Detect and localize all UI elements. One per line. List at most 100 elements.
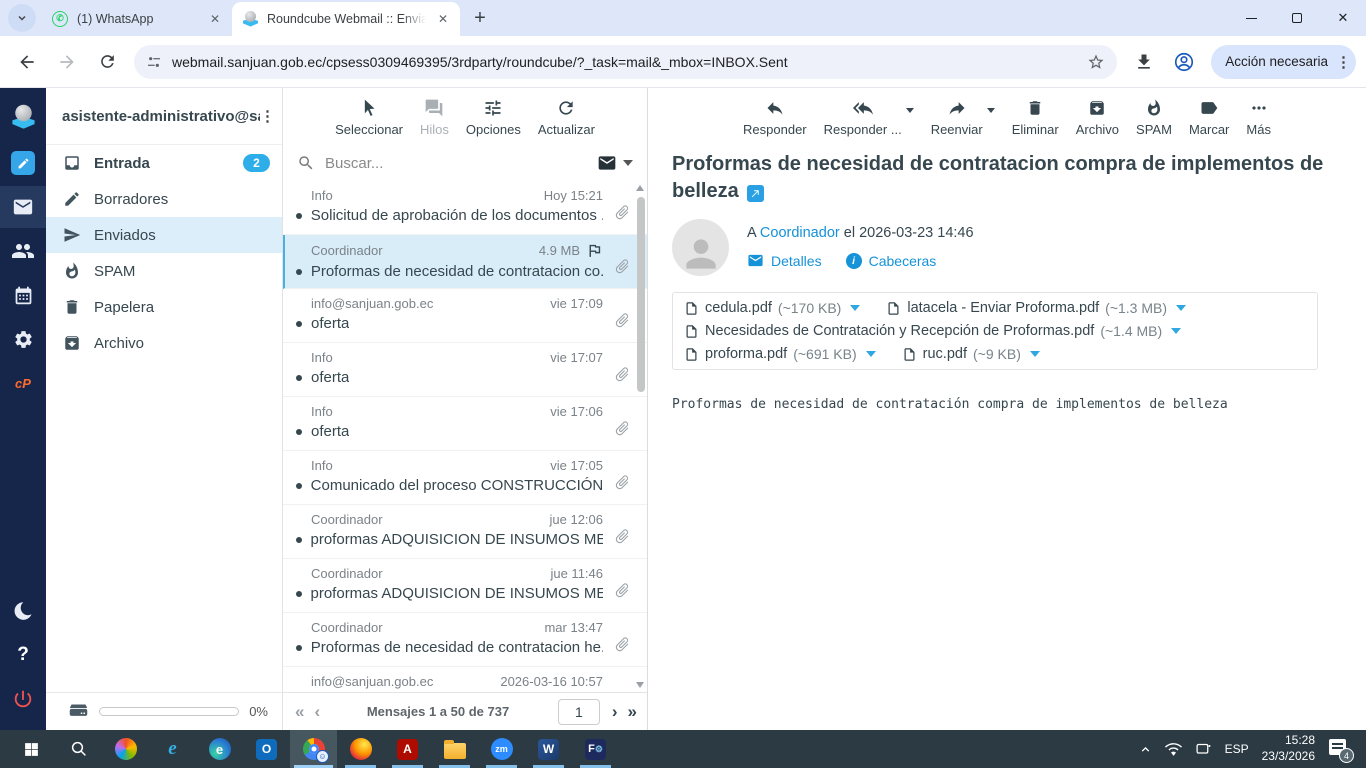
wifi-icon[interactable] — [1164, 741, 1182, 758]
close-tab-icon[interactable]: ✕ — [206, 10, 224, 28]
taskbar-app-acrobat[interactable]: A — [384, 730, 431, 768]
taskbar-app-ie[interactable]: e — [149, 730, 196, 768]
taskbar-app-search[interactable] — [55, 730, 102, 768]
sidebar-item-enviados[interactable]: Enviados — [46, 217, 282, 253]
profile-button[interactable] — [1167, 45, 1201, 79]
taskbar-app-copilot[interactable] — [102, 730, 149, 768]
bookmark-star-icon[interactable] — [1087, 53, 1105, 71]
attachment-menu-caret-icon[interactable] — [850, 305, 861, 312]
dropdown-caret-icon[interactable] — [905, 108, 914, 113]
nav-mail-button[interactable] — [0, 186, 46, 228]
close-tab-icon[interactable]: ✕ — [434, 10, 452, 28]
message-toolbar-reenviar[interactable]: Reenviar — [931, 96, 995, 137]
list-scrollbar[interactable] — [634, 181, 647, 692]
maximize-button[interactable] — [1274, 0, 1320, 36]
first-page-button[interactable]: « — [295, 702, 305, 722]
new-tab-button[interactable]: + — [466, 4, 494, 32]
sidebar-item-spam[interactable]: SPAM — [46, 253, 282, 289]
attachment-menu-caret-icon[interactable] — [1176, 305, 1187, 312]
message-row[interactable]: Coordinador jue 11:46 proformas ADQUISIC… — [283, 559, 647, 613]
scrollbar-thumb[interactable] — [637, 197, 645, 392]
logout-button[interactable] — [0, 678, 46, 720]
message-row[interactable]: info@sanjuan.gob.ec vie 17:09 oferta — [283, 289, 647, 343]
recipient-link[interactable]: Coordinador — [760, 225, 840, 241]
dark-mode-button[interactable] — [0, 590, 46, 632]
back-button[interactable] — [10, 45, 44, 79]
next-page-button[interactable]: › — [612, 702, 618, 722]
message-toolbar-responder[interactable]: Responder ... — [824, 96, 914, 137]
list-toolbar-seleccionar[interactable]: Seleccionar — [335, 96, 403, 137]
taskbar-app-forti[interactable]: F ⚙ — [572, 730, 619, 768]
attachment-menu-caret-icon[interactable] — [1029, 351, 1040, 358]
sidebar-item-papelera[interactable]: Papelera — [46, 289, 282, 325]
taskbar-app-edge[interactable]: e — [196, 730, 243, 768]
scroll-down-icon[interactable] — [636, 682, 644, 688]
nav-calendar-button[interactable] — [0, 274, 46, 316]
forward-button[interactable] — [50, 45, 84, 79]
message-toolbar-marcar[interactable]: Marcar — [1189, 96, 1229, 137]
sidebar-item-entrada[interactable]: Entrada 2 — [46, 145, 282, 181]
notification-center-button[interactable]: 4 — [1328, 739, 1354, 763]
message-toolbar-más[interactable]: Más — [1246, 96, 1271, 137]
message-toolbar-spam[interactable]: SPAM — [1136, 96, 1172, 137]
message-row[interactable]: Info vie 17:06 oferta — [283, 397, 647, 451]
language-indicator[interactable]: ESP — [1225, 742, 1249, 756]
site-info-icon[interactable] — [146, 54, 162, 70]
list-toolbar-hilos[interactable]: Hilos — [420, 96, 449, 137]
page-number-input[interactable] — [557, 698, 600, 725]
cpanel-link[interactable]: cP — [0, 362, 46, 404]
tray-expand-button[interactable] — [1139, 743, 1152, 756]
search-scope-button[interactable] — [597, 153, 633, 173]
sidebar-item-archivo[interactable]: Archivo — [46, 325, 282, 361]
search-input[interactable] — [325, 154, 587, 172]
scroll-up-icon[interactable] — [636, 185, 644, 191]
tab-roundcube[interactable]: Roundcube Webmail :: Enviados ✕ — [232, 2, 460, 36]
taskbar-app-explorer[interactable] — [431, 730, 478, 768]
dropdown-caret-icon[interactable] — [986, 108, 995, 113]
sidebar-item-borradores[interactable]: Borradores — [46, 181, 282, 217]
list-toolbar-opciones[interactable]: Opciones — [466, 96, 521, 137]
attachment-menu-caret-icon[interactable] — [865, 351, 876, 358]
last-page-button[interactable]: » — [628, 702, 638, 722]
nav-contacts-button[interactable] — [0, 230, 46, 272]
attachment-chip[interactable]: cedula.pdf (~170 KB) — [684, 300, 861, 316]
message-toolbar-archivo[interactable]: Archivo — [1076, 96, 1119, 137]
attachment-menu-caret-icon[interactable] — [1171, 328, 1182, 335]
taskbar-app-chrome[interactable]: ☺ — [290, 730, 337, 768]
attachment-chip[interactable]: Necesidades de Contratación y Recepción … — [684, 323, 1182, 339]
taskbar-app-outlook[interactable]: O — [243, 730, 290, 768]
clock[interactable]: 15:28 23/3/2026 — [1262, 733, 1315, 764]
connect-display-icon[interactable] — [1195, 741, 1212, 758]
close-button[interactable]: ✕ — [1320, 0, 1366, 36]
taskbar-app-zoom[interactable]: zm — [478, 730, 525, 768]
list-toolbar-actualizar[interactable]: Actualizar — [538, 96, 595, 137]
message-toolbar-eliminar[interactable]: Eliminar — [1012, 96, 1059, 137]
message-row[interactable]: Info Hoy 15:21 Solicitud de aprobación d… — [283, 181, 647, 235]
taskbar-app-word[interactable]: W — [525, 730, 572, 768]
message-row[interactable]: Coordinador jue 12:06 proformas ADQUISIC… — [283, 505, 647, 559]
details-toggle[interactable]: Detalles — [747, 252, 822, 269]
help-button[interactable]: ? — [0, 634, 46, 676]
browser-menu-button[interactable]: Acción necesaria ⋮ — [1211, 44, 1356, 79]
reload-button[interactable] — [90, 45, 124, 79]
taskbar-app-firefox[interactable] — [337, 730, 384, 768]
attachment-chip[interactable]: ruc.pdf (~9 KB) — [902, 346, 1040, 362]
attachment-chip[interactable]: latacela - Enviar Proforma.pdf (~1.3 MB) — [886, 300, 1187, 316]
compose-button[interactable] — [0, 142, 46, 184]
tab-whatsapp[interactable]: ✆ (1) WhatsApp ✕ — [42, 2, 232, 36]
message-row[interactable]: Coordinador 4.9 MB Proformas de necesida… — [283, 235, 647, 289]
downloads-button[interactable] — [1127, 45, 1161, 79]
tab-search-button[interactable] — [8, 4, 36, 32]
message-row[interactable]: info@sanjuan.gob.ec 2026-03-16 10:57 — [283, 667, 647, 692]
message-row[interactable]: Info vie 17:07 oferta — [283, 343, 647, 397]
headers-toggle[interactable]: i Cabeceras — [845, 252, 936, 269]
message-row[interactable]: Info vie 17:05 Comunicado del proceso CO… — [283, 451, 647, 505]
minimize-button[interactable] — [1228, 0, 1274, 36]
address-bar[interactable]: webmail.sanjuan.gob.ec/cpsess0309469395/… — [134, 44, 1118, 79]
open-in-new-window-icon[interactable] — [746, 184, 764, 202]
prev-page-button[interactable]: ‹ — [314, 702, 320, 722]
nav-settings-button[interactable] — [0, 318, 46, 360]
account-menu-icon[interactable]: ⋮ — [260, 107, 275, 125]
message-toolbar-responder[interactable]: Responder — [743, 96, 807, 137]
message-row[interactable]: Coordinador mar 13:47 Proformas de neces… — [283, 613, 647, 667]
